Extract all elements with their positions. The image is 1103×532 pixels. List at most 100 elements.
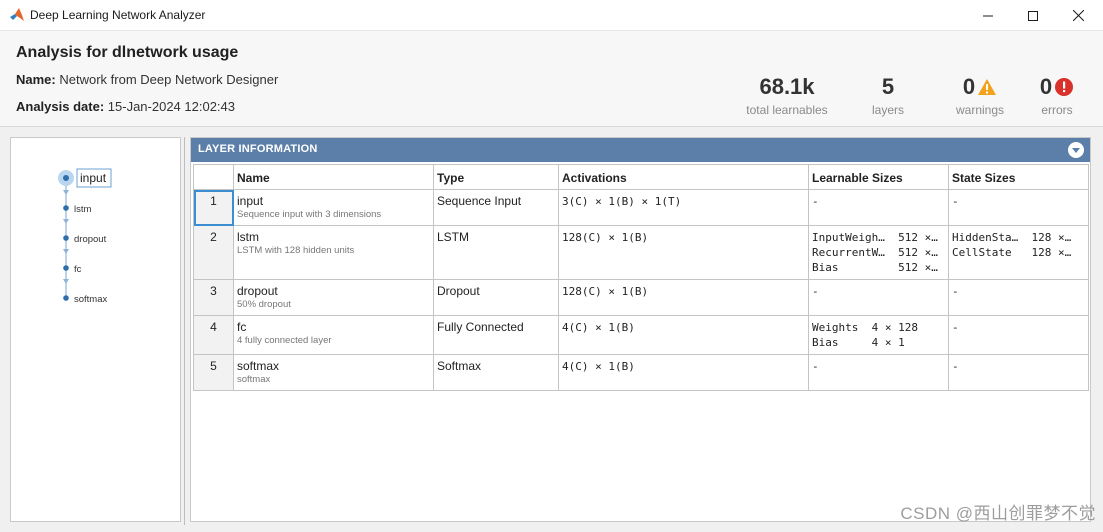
close-icon (1072, 10, 1084, 21)
table-row[interactable]: 1 input Sequence input with 3 dimensions… (193, 189, 1089, 226)
graph-node-label: input (80, 171, 107, 185)
layer-state-sizes: - (952, 285, 959, 298)
graph-node-lstm[interactable]: lstm (63, 204, 92, 215)
warning-triangle-icon (978, 79, 997, 95)
table-row[interactable]: 2 lstm LSTM with 128 hidden units LSTM 1… (193, 225, 1089, 280)
table-header-row: Name Type Activations Learnable Sizes St… (193, 164, 1089, 190)
layers-label: layers (871, 103, 904, 117)
layer-state-sizes: - (952, 321, 959, 334)
layer-name: fc (237, 320, 247, 334)
layer-table: Name Type Activations Learnable Sizes St… (193, 164, 1089, 391)
layer-state-sizes: - (952, 360, 959, 373)
layer-name: input (237, 194, 264, 208)
layers-count: 5 (881, 74, 895, 99)
maximize-button[interactable] (1010, 0, 1056, 31)
graph-node-softmax[interactable]: softmax (63, 294, 108, 305)
layer-name-cell: dropout 50% dropout (233, 279, 434, 316)
minimize-button[interactable] (965, 0, 1011, 31)
matlab-logo-icon (10, 8, 24, 21)
errors-label: errors (1041, 103, 1073, 117)
stat-warnings: 0 warnings (950, 75, 1010, 118)
layer-name: softmax (237, 359, 280, 373)
graph-node-dropout[interactable]: dropout (63, 234, 107, 245)
layer-state-sizes: - (952, 195, 959, 208)
layer-description: softmax (237, 374, 271, 385)
layer-learnable-sizes: - (812, 195, 819, 208)
table-row[interactable]: 3 dropout 50% dropout Dropout 128(C) × 1… (193, 279, 1089, 316)
layer-type: Sequence Input (433, 189, 559, 226)
graph-node-label: dropout (74, 234, 107, 245)
close-button[interactable] (1055, 0, 1101, 31)
layer-type: Fully Connected (433, 315, 559, 355)
minimize-icon (983, 15, 993, 16)
stat-errors: 0 errors (1030, 75, 1084, 117)
layer-activations: 4(C) × 1(B) (562, 321, 635, 334)
panel-splitter[interactable] (184, 137, 185, 525)
layer-activations: 4(C) × 1(B) (562, 360, 635, 373)
layer-activations: 128(C) × 1(B) (562, 231, 649, 244)
error-circle-icon (1055, 78, 1074, 96)
analysis-date: Analysis date: 15-Jan-2024 12:02:43 (16, 99, 235, 114)
maximize-icon (1028, 10, 1038, 21)
graph-arrow-icon (63, 190, 69, 195)
row-index: 3 (193, 279, 234, 316)
errors-count: 0 (1039, 74, 1053, 99)
network-name: Name: Network from Deep Network Designer (16, 72, 278, 87)
name-label: Name: (16, 72, 56, 87)
window-title: Deep Learning Network Analyzer (30, 8, 206, 22)
layer-description: Sequence input with 3 dimensions (237, 209, 382, 220)
layer-name-cell: lstm LSTM with 128 hidden units (233, 225, 434, 280)
layer-name-cell: fc 4 fully connected layer (233, 315, 434, 355)
row-index: 5 (193, 354, 234, 391)
table-row[interactable]: 4 fc 4 fully connected layer Fully Conne… (193, 315, 1089, 355)
layer-learnable-sizes: InputWeigh… 512 ×… RecurrentW… 512 ×… Bi… (812, 231, 938, 274)
layer-description: LSTM with 128 hidden units (237, 245, 355, 256)
graph-node-label: softmax (74, 294, 108, 305)
collapse-button[interactable] (1068, 142, 1084, 158)
layer-type: Dropout (433, 279, 559, 316)
table-row[interactable]: 5 softmax softmax Softmax 4(C) × 1(B) - … (193, 354, 1089, 391)
layer-state-sizes: HiddenSta… 128 ×… CellState 128 ×… (952, 231, 1072, 259)
date-value: 15-Jan-2024 12:02:43 (107, 99, 235, 114)
learnables-count: 68.1k (759, 74, 815, 99)
layer-name: lstm (237, 230, 259, 244)
stat-learnables: 68.1k total learnables (742, 74, 832, 118)
warnings-label: warnings (955, 103, 1005, 117)
layer-information-title: LAYER INFORMATION (198, 143, 318, 155)
layer-name-cell: input Sequence input with 3 dimensions (233, 189, 434, 226)
column-header-activations[interactable]: Activations (558, 164, 809, 190)
graph-node-input[interactable]: input (58, 168, 112, 188)
graph-node-label: fc (74, 264, 82, 275)
layer-type: Softmax (433, 354, 559, 391)
layer-learnable-sizes: - (812, 285, 819, 298)
graph-node-label: lstm (74, 204, 92, 215)
column-header-state-sizes[interactable]: State Sizes (948, 164, 1089, 190)
graph-arrow-icon (63, 249, 69, 254)
date-label: Analysis date: (16, 99, 105, 114)
title-bar: Deep Learning Network Analyzer (0, 0, 1103, 31)
layer-information-panel: LAYER INFORMATION Name Type Activations … (190, 137, 1091, 522)
row-index: 4 (193, 315, 234, 355)
layer-name: dropout (237, 284, 278, 298)
stat-layers: 5 layers (860, 74, 916, 118)
column-header-learnable-sizes[interactable]: Learnable Sizes (808, 164, 949, 190)
column-header-type[interactable]: Type (433, 164, 559, 190)
row-index: 2 (193, 225, 234, 280)
layer-activations: 3(C) × 1(B) × 1(T) (562, 195, 682, 208)
layer-activations: 128(C) × 1(B) (562, 285, 649, 298)
layer-information-header: LAYER INFORMATION (191, 138, 1090, 162)
graph-arrow-icon (63, 279, 69, 284)
chevron-down-icon (1072, 147, 1080, 153)
graph-arrow-icon (63, 219, 69, 224)
column-header-index[interactable] (193, 164, 234, 190)
network-graph[interactable]: input lstm dropout fc softmax (11, 138, 180, 521)
layer-description: 50% dropout (237, 299, 291, 310)
row-index: 1 (193, 189, 234, 226)
layer-type: LSTM (433, 225, 559, 280)
layer-learnable-sizes: - (812, 360, 819, 373)
layer-learnable-sizes: Weights 4 × 128 Bias 4 × 1 (812, 321, 918, 349)
column-header-name[interactable]: Name (233, 164, 434, 190)
layer-name-cell: softmax softmax (233, 354, 434, 391)
learnables-label: total learnables (746, 103, 828, 117)
watermark: CSDN @西山创罪梦不觉 (900, 504, 1096, 523)
